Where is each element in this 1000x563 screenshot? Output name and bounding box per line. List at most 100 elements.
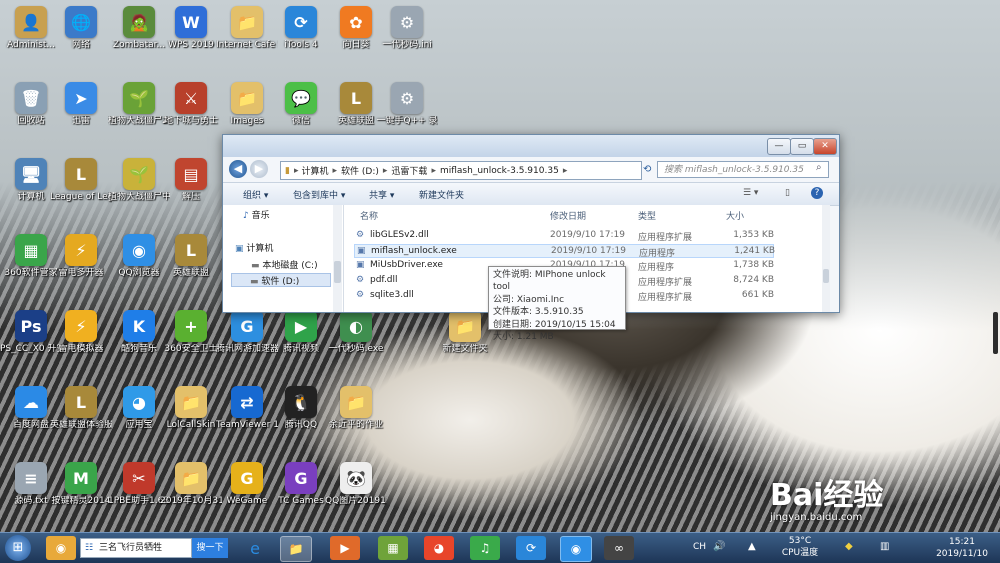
start-button[interactable]: ⊞ [5, 535, 31, 561]
explorer-taskbar-icon[interactable]: 📁 [280, 536, 312, 562]
breadcrumb-drive-d[interactable]: 软件 (D:) [341, 164, 379, 177]
desktop-icon-label: 英雄联盟 [172, 268, 209, 278]
desktop-icon[interactable]: 🌐 网络 [50, 6, 112, 51]
nav-local-disk-c[interactable]: ▬ 本地磁盘 (C:) [251, 258, 318, 271]
desktop-icon[interactable]: 💬 微信 [270, 82, 332, 127]
desktop-icon[interactable]: L 英雄联盟 [160, 234, 222, 279]
column-header-date[interactable]: 修改日期 [550, 209, 586, 222]
desktop-icon[interactable]: ⚙ 一代秒码.ini [376, 6, 438, 51]
desktop-app-icon: 🖥 [15, 158, 47, 190]
desktop-icon[interactable]: ▤ 解压 [160, 158, 222, 203]
desktop-app-icon: 📁 [449, 310, 481, 342]
desktop-icon[interactable]: G TC Games [270, 462, 332, 507]
taskbar-360-icon[interactable]: ◉ [46, 536, 76, 560]
desktop-icon[interactable]: 📁 余近平的作业 [325, 386, 387, 431]
desktop-icon[interactable]: M 按键精灵2014 [50, 462, 112, 507]
file-list-scrollbar[interactable] [822, 205, 830, 312]
desktop-icon[interactable]: G WeGame [216, 462, 278, 507]
desktop-icon[interactable]: 🐼 QQ图片20191109... [325, 462, 387, 507]
back-arrow-icon[interactable]: ◀ [229, 160, 247, 178]
tray-app-icon[interactable]: ◆ [845, 541, 853, 552]
desktop-icon[interactable]: 📁 Internet Cafe Si... [216, 6, 278, 51]
desktop-icon-label: 腾讯QQ [284, 420, 318, 430]
preview-pane-icon[interactable]: ▯ [785, 188, 790, 198]
address-bar[interactable]: ▮ ▸ 计算机 ▸ 软件 (D:) ▸ 迅雷下载 ▸ miflash_unloc… [280, 161, 642, 180]
music-app-icon[interactable]: ♫ [470, 536, 500, 560]
help-icon[interactable]: ? [811, 187, 823, 199]
file-size: 1,353 KB [733, 230, 774, 240]
desktop-icon[interactable]: ➤ 迅雷 [50, 82, 112, 127]
desktop-icon[interactable]: 🐧 腾讯QQ [270, 386, 332, 431]
app-store-icon[interactable]: ◕ [424, 536, 454, 560]
tray-arrow-icon[interactable]: ▲ [748, 541, 756, 552]
refresh-icon[interactable]: ⟲ [643, 161, 655, 178]
desktop-icon-label: 地下城与勇士 [163, 116, 218, 126]
taskbar-search-button[interactable]: 搜一下 [192, 538, 228, 558]
desktop-icon[interactable]: L League of Legends... [50, 158, 112, 203]
window-titlebar[interactable]: — ▭ ✕ [223, 135, 839, 157]
file-row[interactable]: ▣ miflash_unlock.exe 2019/9/10 17:19 应用程序 1,… [354, 244, 775, 259]
cpu-temperature: 53°C CPU温度 [781, 536, 819, 558]
minimize-button[interactable]: — [767, 138, 791, 155]
desktop-app-icon: ⇄ [231, 386, 263, 418]
mosaic-app-icon[interactable]: ▦ [378, 536, 408, 560]
desktop-icon[interactable]: ⚔ 地下城与勇士 [160, 82, 222, 127]
maximize-button[interactable]: ▭ [790, 138, 814, 155]
search-input[interactable]: 搜索 miflash_unlock-3.5.910.35 [657, 161, 829, 178]
desktop-icon[interactable]: ⟳ iTools 4 [270, 6, 332, 51]
forward-arrow-icon[interactable]: ▶ [250, 160, 268, 178]
share-menu[interactable]: 共享 ▾ [369, 188, 394, 201]
nav-music[interactable]: ♪ 音乐 [243, 208, 270, 221]
file-row[interactable]: ⚙ libGLESv2.dll 2019/9/10 17:19 应用程序扩展 1,353… [354, 229, 774, 243]
breadcrumb-miflash[interactable]: miflash_unlock-3.5.910.35 [440, 166, 559, 176]
input-method-indicator[interactable]: CH [693, 542, 706, 552]
breadcrumb-computer[interactable]: 计算机 [301, 164, 328, 177]
qq-browser-taskbar-icon[interactable]: ◉ [560, 536, 592, 562]
unknown-app-icon[interactable]: ∞ [604, 536, 634, 560]
desktop: 👤 Administ... 🌐 网络 🧟 Zombatar... W WPS 2019 📁 Int… [0, 0, 1000, 532]
desktop-icon[interactable]: ⇄ TeamViewer 14 [216, 386, 278, 431]
close-button[interactable]: ✕ [813, 138, 837, 155]
desktop-icon[interactable]: 📁 Images [216, 82, 278, 127]
include-in-library-menu[interactable]: 包含到库中 ▾ [293, 188, 345, 201]
nav-scrollbar[interactable] [333, 205, 342, 312]
new-folder-button[interactable]: 新建文件夹 [419, 188, 464, 201]
desktop-icon[interactable]: 📁 2019年10月31日_18时... [160, 462, 222, 507]
chevron-right-icon: ▸ [562, 165, 568, 176]
desktop-icon[interactable]: ⚡ 雷电多开器 [50, 234, 112, 279]
desktop-icon[interactable]: W WPS 2019 [160, 6, 222, 51]
desktop-icon[interactable]: L 英雄联盟体验服 [50, 386, 112, 431]
desktop-icon[interactable]: ⚡ 雷电模拟器 [50, 310, 112, 355]
desktop-icon-label: 网络 [71, 40, 90, 50]
desktop-icon[interactable]: ▶ 腾讯视频 [270, 310, 332, 355]
breadcrumb-xunlei[interactable]: 迅雷下载 [391, 164, 427, 177]
taskbar-search-input[interactable]: ☷ 三名飞行员牺牲 [80, 538, 192, 558]
view-options-icon[interactable]: ☰ ▾ [743, 188, 758, 198]
desktop-icon[interactable]: ◐ 一代秒码.exe [325, 310, 387, 355]
column-header-name[interactable]: 名称 [360, 209, 378, 222]
file-date: 2019/9/10 17:19 [551, 246, 626, 256]
desktop-app-icon: ➤ [65, 82, 97, 114]
organize-menu[interactable]: 组织 ▾ [243, 188, 268, 201]
video-player-icon[interactable]: ▶ [330, 536, 360, 560]
desktop-icon[interactable]: 📁 新建文件夹 [434, 310, 496, 355]
desktop-app-icon: ⟳ [285, 6, 317, 38]
network-icon[interactable]: ▥ [880, 541, 889, 552]
clock[interactable]: 15:21 2019/11/10 [930, 536, 994, 560]
desktop-icon-label: 新建文件夹 [442, 344, 488, 354]
nav-computer[interactable]: ▣ 计算机 [235, 241, 273, 254]
desktop-icon[interactable]: +360安全卫士 [160, 310, 222, 355]
desktop-icon[interactable]: G 腾讯网游加速器 [216, 310, 278, 355]
tooltip-created: 创建日期: 2019/10/15 15:04 [493, 319, 616, 330]
column-header-type[interactable]: 类型 [638, 209, 656, 222]
itools-taskbar-icon[interactable]: ⟳ [516, 536, 546, 560]
ie-icon[interactable]: e [240, 536, 270, 560]
column-header-size[interactable]: 大小 [726, 209, 744, 222]
desktop-icon[interactable]: ⚙ 一键手Q++ 录 [376, 82, 438, 127]
navigation-pane: ♪ 音乐 ▣ 计算机 ▬ 本地磁盘 (C:) ▬ 软件 (D:) [223, 205, 344, 312]
nav-soft-d[interactable]: ▬ 软件 (D:) [231, 273, 331, 287]
desktop-app-icon: W [175, 6, 207, 38]
speaker-icon[interactable]: 🔊 [713, 541, 725, 552]
desktop-app-icon: 📁 [231, 6, 263, 38]
desktop-icon[interactable]: 📁 LolCallSkin [160, 386, 222, 431]
